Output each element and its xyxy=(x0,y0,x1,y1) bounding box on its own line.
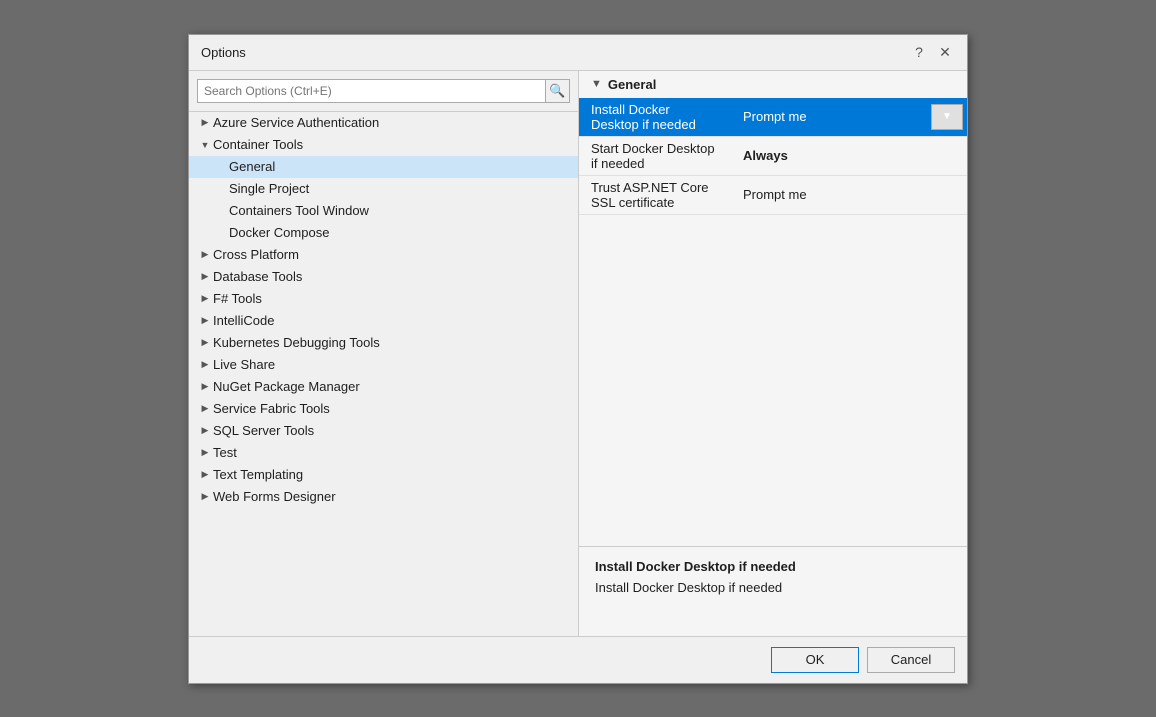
tree-item-general[interactable]: General xyxy=(189,156,578,178)
search-input[interactable] xyxy=(197,79,546,103)
tree-item-service-fabric-tools[interactable]: ▶Service Fabric Tools xyxy=(189,398,578,420)
dropdown-button[interactable]: ▼ xyxy=(931,104,963,130)
help-button[interactable]: ? xyxy=(909,42,929,62)
option-value: Prompt me xyxy=(731,98,931,137)
expander-icon: ▶ xyxy=(197,117,213,128)
expander-icon: ▶ xyxy=(197,315,213,326)
tree-item-kubernetes-debugging[interactable]: ▶Kubernetes Debugging Tools xyxy=(189,332,578,354)
search-icon[interactable]: 🔍 xyxy=(546,79,570,103)
tree-item-single-project[interactable]: Single Project xyxy=(189,178,578,200)
dialog-title: Options xyxy=(201,45,246,60)
description-panel: Install Docker Desktop if needed Install… xyxy=(579,546,967,636)
tree-item-docker-compose[interactable]: Docker Compose xyxy=(189,222,578,244)
title-bar: Options ? ✕ xyxy=(189,35,967,71)
tree-item-label: Text Templating xyxy=(213,467,574,482)
cancel-button[interactable]: Cancel xyxy=(867,647,955,673)
tree-item-sql-server-tools[interactable]: ▶SQL Server Tools xyxy=(189,420,578,442)
tree-item-label: Container Tools xyxy=(213,137,574,152)
tree-item-fsharp-tools[interactable]: ▶F# Tools xyxy=(189,288,578,310)
tree-item-label: General xyxy=(229,159,574,174)
description-title: Install Docker Desktop if needed xyxy=(595,559,951,574)
option-label: Start Docker Desktop if needed xyxy=(579,136,731,175)
left-panel: 🔍 ▶Azure Service Authentication▼Containe… xyxy=(189,71,579,636)
tree-container[interactable]: ▶Azure Service Authentication▼Container … xyxy=(189,112,578,636)
expander-icon: ▶ xyxy=(197,403,213,414)
options-row-trust-cert[interactable]: Trust ASP.NET Core SSL certificatePrompt… xyxy=(579,175,967,214)
tree-item-intellicode[interactable]: ▶IntelliCode xyxy=(189,310,578,332)
expander-icon: ▶ xyxy=(197,271,213,282)
tree-item-label: Database Tools xyxy=(213,269,574,284)
tree-item-label: SQL Server Tools xyxy=(213,423,574,438)
tree-item-container-tools[interactable]: ▼Container Tools xyxy=(189,134,578,156)
tree-item-label: F# Tools xyxy=(213,291,574,306)
section-title: General xyxy=(608,77,656,92)
tree-item-text-templating[interactable]: ▶Text Templating xyxy=(189,464,578,486)
expander-icon: ▶ xyxy=(197,425,213,436)
title-buttons: ? ✕ xyxy=(909,42,955,62)
tree-item-label: Test xyxy=(213,445,574,460)
right-top: ▼ General Install Docker Desktop if need… xyxy=(579,71,967,546)
expander-icon: ▼ xyxy=(197,140,213,150)
tree-item-cross-platform[interactable]: ▶Cross Platform xyxy=(189,244,578,266)
expander-icon: ▶ xyxy=(197,469,213,480)
expander-icon: ▶ xyxy=(197,491,213,502)
dropdown-cell: ▼ xyxy=(931,98,967,137)
tree-item-test[interactable]: ▶Test xyxy=(189,442,578,464)
dialog-footer: OK Cancel xyxy=(189,636,967,683)
tree-item-nuget-package-manager[interactable]: ▶NuGet Package Manager xyxy=(189,376,578,398)
option-value: Always xyxy=(731,136,931,175)
tree-item-live-share[interactable]: ▶Live Share xyxy=(189,354,578,376)
tree-item-label: IntelliCode xyxy=(213,313,574,328)
right-panel: ▼ General Install Docker Desktop if need… xyxy=(579,71,967,636)
tree-item-label: Single Project xyxy=(229,181,574,196)
expander-icon: ▶ xyxy=(197,249,213,260)
tree-item-web-forms-designer[interactable]: ▶Web Forms Designer xyxy=(189,486,578,508)
expander-icon: ▶ xyxy=(197,381,213,392)
section-chevron: ▼ xyxy=(591,78,602,90)
search-bar: 🔍 xyxy=(189,71,578,112)
tree-item-label: Live Share xyxy=(213,357,574,372)
expander-icon: ▶ xyxy=(197,337,213,348)
options-row-start-docker[interactable]: Start Docker Desktop if neededAlways xyxy=(579,136,967,175)
tree-item-database-tools[interactable]: ▶Database Tools xyxy=(189,266,578,288)
option-value: Prompt me xyxy=(731,175,931,214)
option-label: Install Docker Desktop if needed xyxy=(579,98,731,137)
option-label: Trust ASP.NET Core SSL certificate xyxy=(579,175,731,214)
tree-item-label: Web Forms Designer xyxy=(213,489,574,504)
tree-item-label: Service Fabric Tools xyxy=(213,401,574,416)
expander-icon: ▶ xyxy=(197,359,213,370)
tree-item-label: Containers Tool Window xyxy=(229,203,574,218)
tree-item-azure-service-auth[interactable]: ▶Azure Service Authentication xyxy=(189,112,578,134)
tree-item-label: Cross Platform xyxy=(213,247,574,262)
tree-item-label: Azure Service Authentication xyxy=(213,115,574,130)
close-button[interactable]: ✕ xyxy=(935,42,955,62)
expander-icon: ▶ xyxy=(197,293,213,304)
description-text: Install Docker Desktop if needed xyxy=(595,580,951,595)
tree-item-containers-tool-window[interactable]: Containers Tool Window xyxy=(189,200,578,222)
section-header: ▼ General xyxy=(579,71,967,98)
dialog-body: 🔍 ▶Azure Service Authentication▼Containe… xyxy=(189,71,967,636)
tree-item-label: NuGet Package Manager xyxy=(213,379,574,394)
ok-button[interactable]: OK xyxy=(771,647,859,673)
tree-item-label: Docker Compose xyxy=(229,225,574,240)
tree-item-label: Kubernetes Debugging Tools xyxy=(213,335,574,350)
options-table: Install Docker Desktop if neededPrompt m… xyxy=(579,98,967,215)
options-dialog: Options ? ✕ 🔍 ▶Azure Service Authenticat… xyxy=(188,34,968,684)
expander-icon: ▶ xyxy=(197,447,213,458)
options-row-install-docker[interactable]: Install Docker Desktop if neededPrompt m… xyxy=(579,98,967,137)
